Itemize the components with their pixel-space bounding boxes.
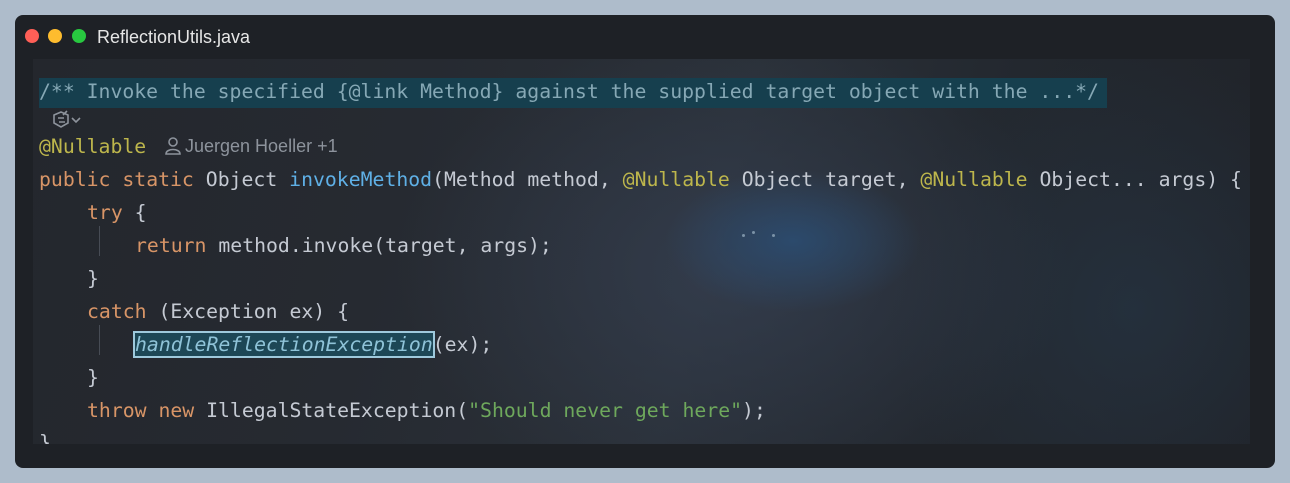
keyword: new	[158, 399, 195, 422]
author-name: Juergen Hoeller +1	[185, 136, 338, 156]
indent-guide	[99, 325, 100, 355]
code-line-signature[interactable]: public static Object invokeMethod(Method…	[39, 166, 1242, 194]
code-line-throw[interactable]: throw new IllegalStateException("Should …	[87, 397, 766, 425]
code-line-close-brace[interactable]: }	[87, 364, 99, 392]
code-text: method.invoke(target, args);	[206, 234, 552, 257]
type-name: Object	[205, 168, 278, 191]
title-bar: ReflectionUtils.java	[15, 15, 1275, 59]
params: (Method method,	[432, 168, 623, 191]
person-icon	[165, 137, 181, 155]
keyword: throw	[87, 399, 147, 422]
params: Object... args) {	[1027, 168, 1242, 191]
background-detail	[772, 234, 775, 237]
indent-guide	[99, 226, 100, 256]
string-literal: "Should never get here"	[468, 399, 743, 422]
class-name: IllegalStateException(	[194, 399, 469, 422]
code-line-final-brace[interactable]: }	[39, 429, 51, 444]
params: Object target,	[729, 168, 921, 191]
code-line-return[interactable]: return method.invoke(target, args);	[135, 232, 552, 260]
doc-comment[interactable]: /** Invoke the specified {@link Method} …	[39, 78, 1099, 106]
ai-sparkle-icon[interactable]	[50, 109, 90, 131]
background-detail	[742, 234, 745, 237]
minimize-icon[interactable]	[48, 29, 62, 43]
keyword: return	[135, 234, 207, 257]
selected-method-call[interactable]: handleReflectionException	[133, 331, 435, 358]
code-editor[interactable]: /** Invoke the specified {@link Method} …	[33, 59, 1250, 444]
close-icon[interactable]	[25, 29, 39, 43]
author-hint[interactable]: Juergen Hoeller +1	[165, 136, 338, 157]
code-line-close-brace[interactable]: }	[87, 265, 99, 293]
keyword: static	[122, 168, 194, 191]
code-text: {	[122, 201, 147, 224]
code-line-try[interactable]: try {	[87, 199, 147, 227]
maximize-icon[interactable]	[72, 29, 86, 43]
annotation: @Nullable	[622, 168, 730, 191]
editor-window: ReflectionUtils.java /** Invoke the spec…	[15, 15, 1275, 468]
annotation: @Nullable	[920, 168, 1028, 191]
method-name[interactable]: invokeMethod	[289, 168, 432, 191]
code-text: (ex);	[432, 333, 493, 356]
keyword: try	[87, 201, 123, 224]
keyword: catch	[87, 300, 147, 323]
code-line-catch[interactable]: catch (Exception ex) {	[87, 298, 349, 326]
background-detail	[752, 231, 755, 234]
annotation-nullable[interactable]: @Nullable	[39, 133, 146, 161]
code-line-handle[interactable]: handleReflectionException(ex);	[133, 331, 493, 359]
window-title: ReflectionUtils.java	[97, 27, 251, 47]
code-text: (Exception ex) {	[146, 300, 350, 323]
code-text: );	[742, 399, 766, 422]
keyword: public	[39, 168, 111, 191]
